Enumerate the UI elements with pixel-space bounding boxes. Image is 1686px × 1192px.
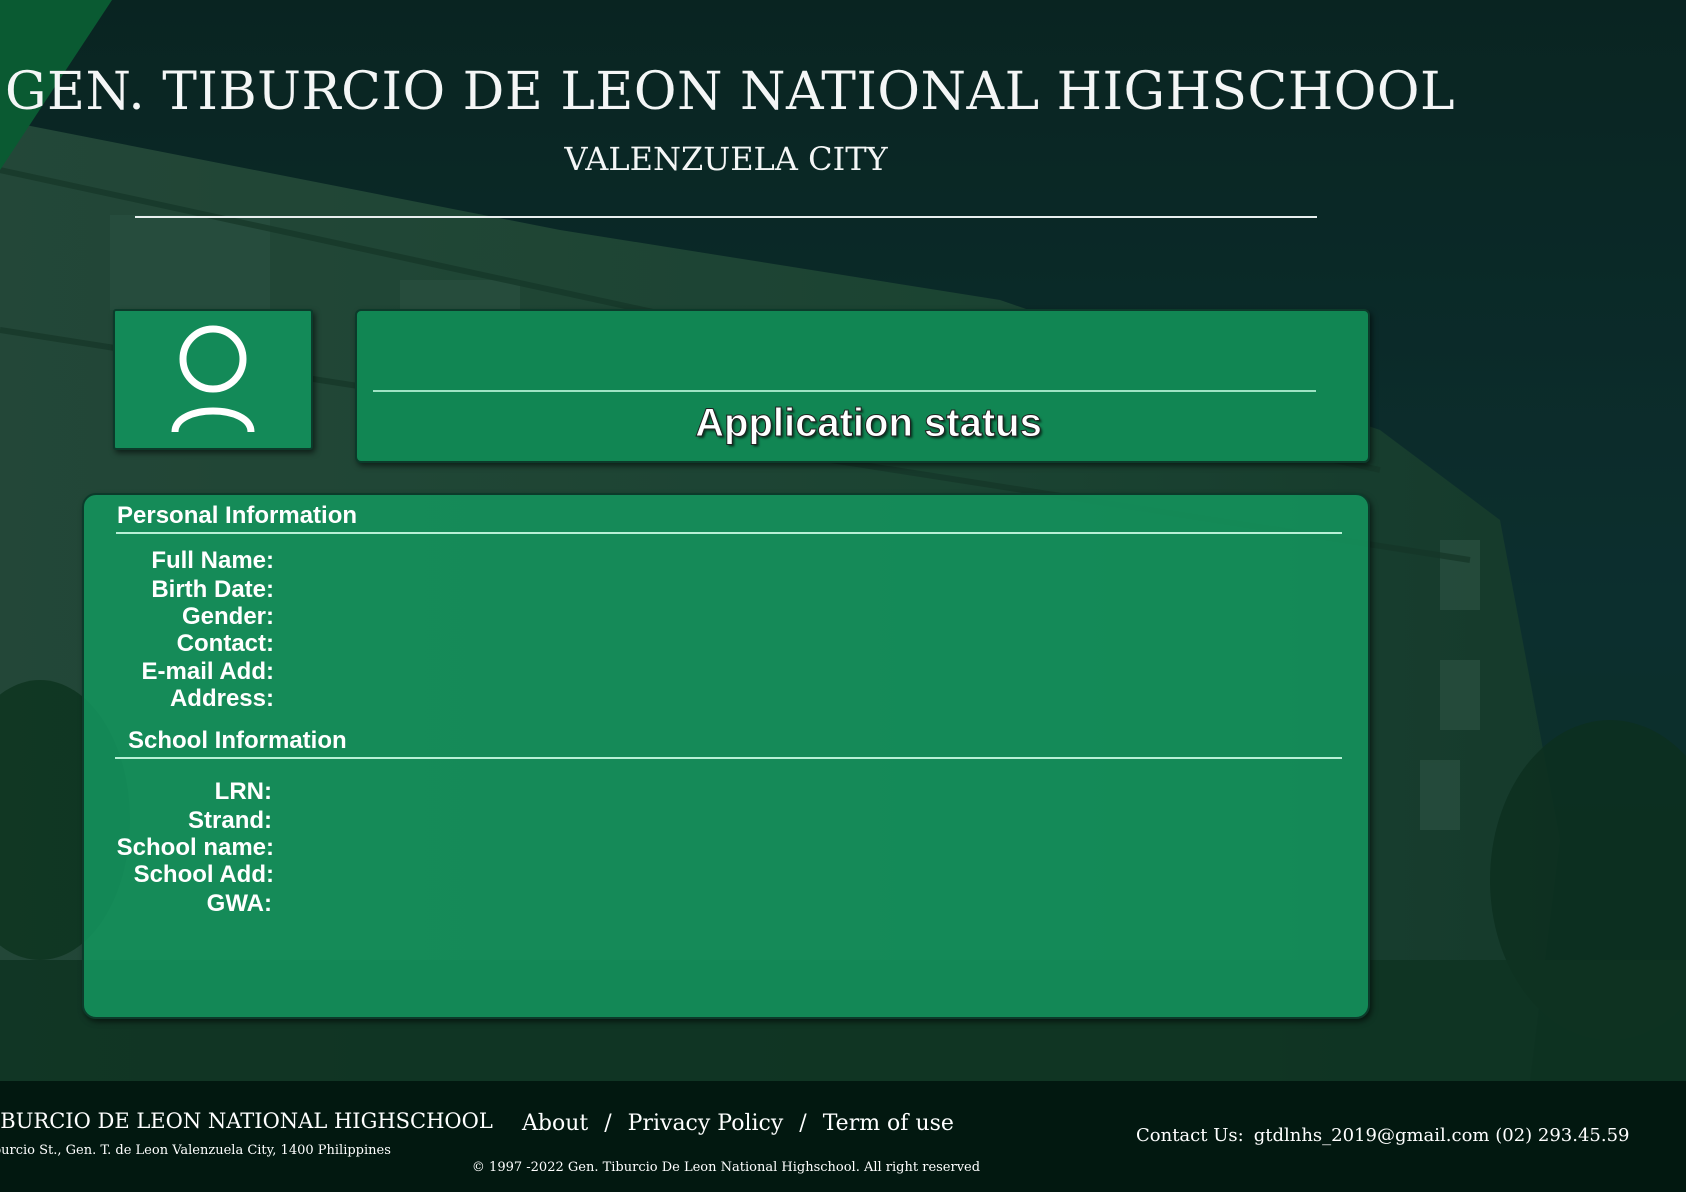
school-info-heading: School Information bbox=[128, 727, 347, 754]
field-label-address: Address: bbox=[169, 685, 274, 712]
status-title: Application status bbox=[695, 401, 1043, 446]
field-label-gwa: GWA: bbox=[206, 890, 272, 917]
link-separator: / bbox=[604, 1111, 612, 1136]
field-label-lrn: LRN: bbox=[214, 778, 272, 805]
field-label-full-name: Full Name: bbox=[151, 547, 274, 574]
personal-info-divider bbox=[116, 532, 1342, 534]
terms-of-use-link[interactable]: Term of use bbox=[823, 1111, 954, 1136]
field-label-email: E-mail Add: bbox=[141, 658, 274, 685]
header-divider bbox=[135, 216, 1317, 218]
status-panel: Application status bbox=[355, 309, 1370, 463]
footer-address: Tiburcio St., Gen. T. de Leon Valenzuela… bbox=[0, 1143, 391, 1158]
school-info-divider bbox=[115, 757, 1342, 759]
page-title: GEN. TIBURCIO DE LEON NATIONAL HIGHSCHOO… bbox=[5, 62, 1455, 122]
field-label-school-address: School Add: bbox=[133, 861, 274, 888]
info-panel: Personal Information Full Name: Birth Da… bbox=[82, 493, 1370, 1019]
contact-label: Contact Us: bbox=[1136, 1125, 1244, 1146]
avatar[interactable] bbox=[113, 309, 313, 450]
field-label-gender: Gender: bbox=[181, 603, 274, 630]
field-label-contact: Contact: bbox=[176, 630, 274, 657]
user-icon bbox=[171, 325, 255, 433]
field-label-strand: Strand: bbox=[188, 807, 272, 834]
page-subtitle: VALENZUELA CITY bbox=[564, 140, 888, 178]
footer-links: About / Privacy Policy / Term of use bbox=[522, 1111, 954, 1136]
field-label-school-name: School name: bbox=[116, 834, 274, 861]
privacy-policy-link[interactable]: Privacy Policy bbox=[628, 1111, 784, 1136]
personal-info-heading: Personal Information bbox=[117, 502, 358, 529]
footer: TIBURCIO DE LEON NATIONAL HIGHSCHOOL Tib… bbox=[0, 1081, 1686, 1192]
footer-contact: Contact Us: gtdlnhs_2019@gmail.com (02) 2… bbox=[1136, 1125, 1630, 1146]
status-divider bbox=[373, 390, 1316, 392]
copyright: © 1997 -2022 Gen. Tiburcio De Leon Natio… bbox=[471, 1160, 981, 1175]
link-separator: / bbox=[799, 1111, 807, 1136]
footer-school-name: TIBURCIO DE LEON NATIONAL HIGHSCHOOL bbox=[0, 1109, 493, 1133]
contact-email[interactable]: gtdlnhs_2019@gmail.com bbox=[1254, 1125, 1490, 1146]
field-label-birth-date: Birth Date: bbox=[151, 576, 274, 603]
about-link[interactable]: About bbox=[522, 1111, 588, 1136]
contact-phone: (02) 293.45.59 bbox=[1495, 1125, 1630, 1146]
